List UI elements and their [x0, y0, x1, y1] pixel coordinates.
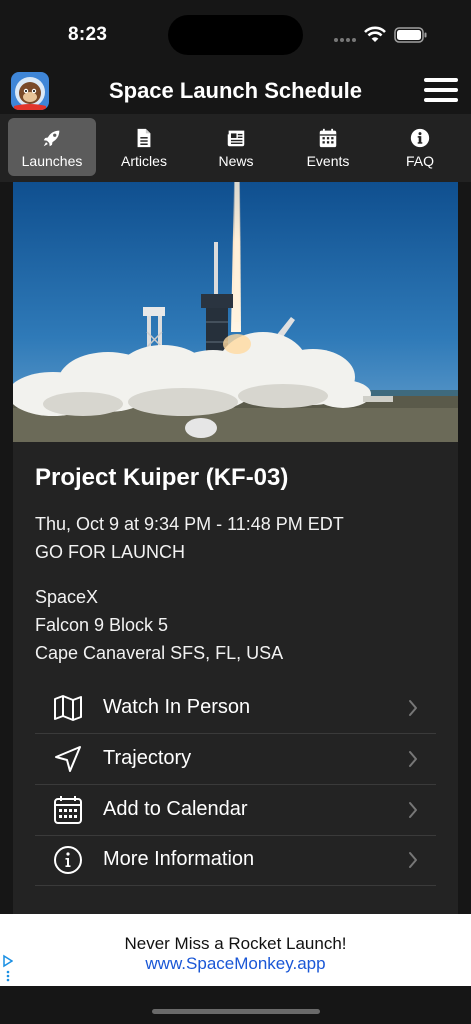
chevron-right-icon: [409, 802, 417, 818]
tab-faq[interactable]: FAQ: [376, 118, 464, 176]
trajectory-row[interactable]: Trajectory: [35, 734, 436, 785]
launch-location: Cape Canaveral SFS, FL, USA: [35, 643, 284, 663]
ad-link[interactable]: www.SpaceMonkey.app: [0, 954, 471, 974]
app-header: Space Launch Schedule: [0, 70, 471, 114]
chevron-right-icon: [409, 751, 417, 767]
chevron-right-icon: [409, 700, 417, 716]
tab-launches-label: Launches: [21, 153, 83, 169]
tab-articles-label: Articles: [121, 153, 167, 169]
ad-headline: Never Miss a Rocket Launch!: [124, 934, 347, 953]
tab-events-label: Events: [306, 153, 350, 169]
home-indicator[interactable]: [152, 1009, 320, 1014]
battery-icon: [394, 27, 427, 43]
hamburger-menu-button[interactable]: [424, 78, 458, 106]
tab-news-label: News: [218, 153, 254, 169]
watch-in-person-label: Watch In Person: [103, 696, 251, 718]
map-icon: [54, 695, 82, 721]
more-information-label: More Information: [103, 848, 255, 870]
status-bar: 8:23: [0, 0, 471, 70]
add-to-calendar-row[interactable]: Add to Calendar: [35, 785, 436, 836]
mission-title: Project Kuiper (KF-03): [35, 464, 289, 491]
add-to-calendar-label: Add to Calendar: [103, 798, 248, 820]
navigation-arrow-icon: [55, 746, 81, 772]
app-title: Space Launch Schedule: [108, 78, 363, 103]
launch-card[interactable]: Project Kuiper (KF-03) Thu, Oct 9 at 9:3…: [13, 182, 458, 914]
tab-launches[interactable]: Launches: [8, 118, 96, 176]
trajectory-label: Trajectory: [103, 747, 192, 769]
watch-in-person-row[interactable]: Watch In Person: [35, 683, 436, 734]
document-icon: [137, 128, 151, 148]
launch-provider: SpaceX: [35, 587, 99, 607]
calendar-icon: [319, 128, 337, 148]
launch-status: GO FOR LAUNCH: [35, 542, 186, 562]
tab-news[interactable]: News: [192, 118, 280, 176]
tab-articles[interactable]: Articles: [100, 118, 188, 176]
wifi-icon: [364, 26, 386, 42]
chevron-right-icon: [409, 852, 417, 868]
cellular-signal-icon: [334, 38, 356, 42]
launch-datetime: Thu, Oct 9 at 9:34 PM - 11:48 PM EDT: [35, 514, 344, 534]
tab-faq-label: FAQ: [405, 153, 434, 169]
calendar-icon: [54, 796, 82, 824]
tab-bar: Launches Articles News Events FAQ: [0, 114, 471, 182]
info-icon: [410, 128, 430, 148]
ad-banner[interactable]: Never Miss a Rocket Launch! www.SpaceMon…: [0, 914, 471, 986]
launch-photo[interactable]: [13, 182, 458, 442]
rocket-icon: [43, 130, 60, 147]
newspaper-icon: [227, 130, 245, 147]
info-circle-icon: [54, 846, 82, 874]
tab-events[interactable]: Events: [284, 118, 372, 176]
dynamic-island: [168, 15, 303, 55]
status-time: 8:23: [68, 24, 108, 45]
more-information-row[interactable]: More Information: [35, 835, 436, 886]
launch-rocket: Falcon 9 Block 5: [35, 615, 169, 635]
